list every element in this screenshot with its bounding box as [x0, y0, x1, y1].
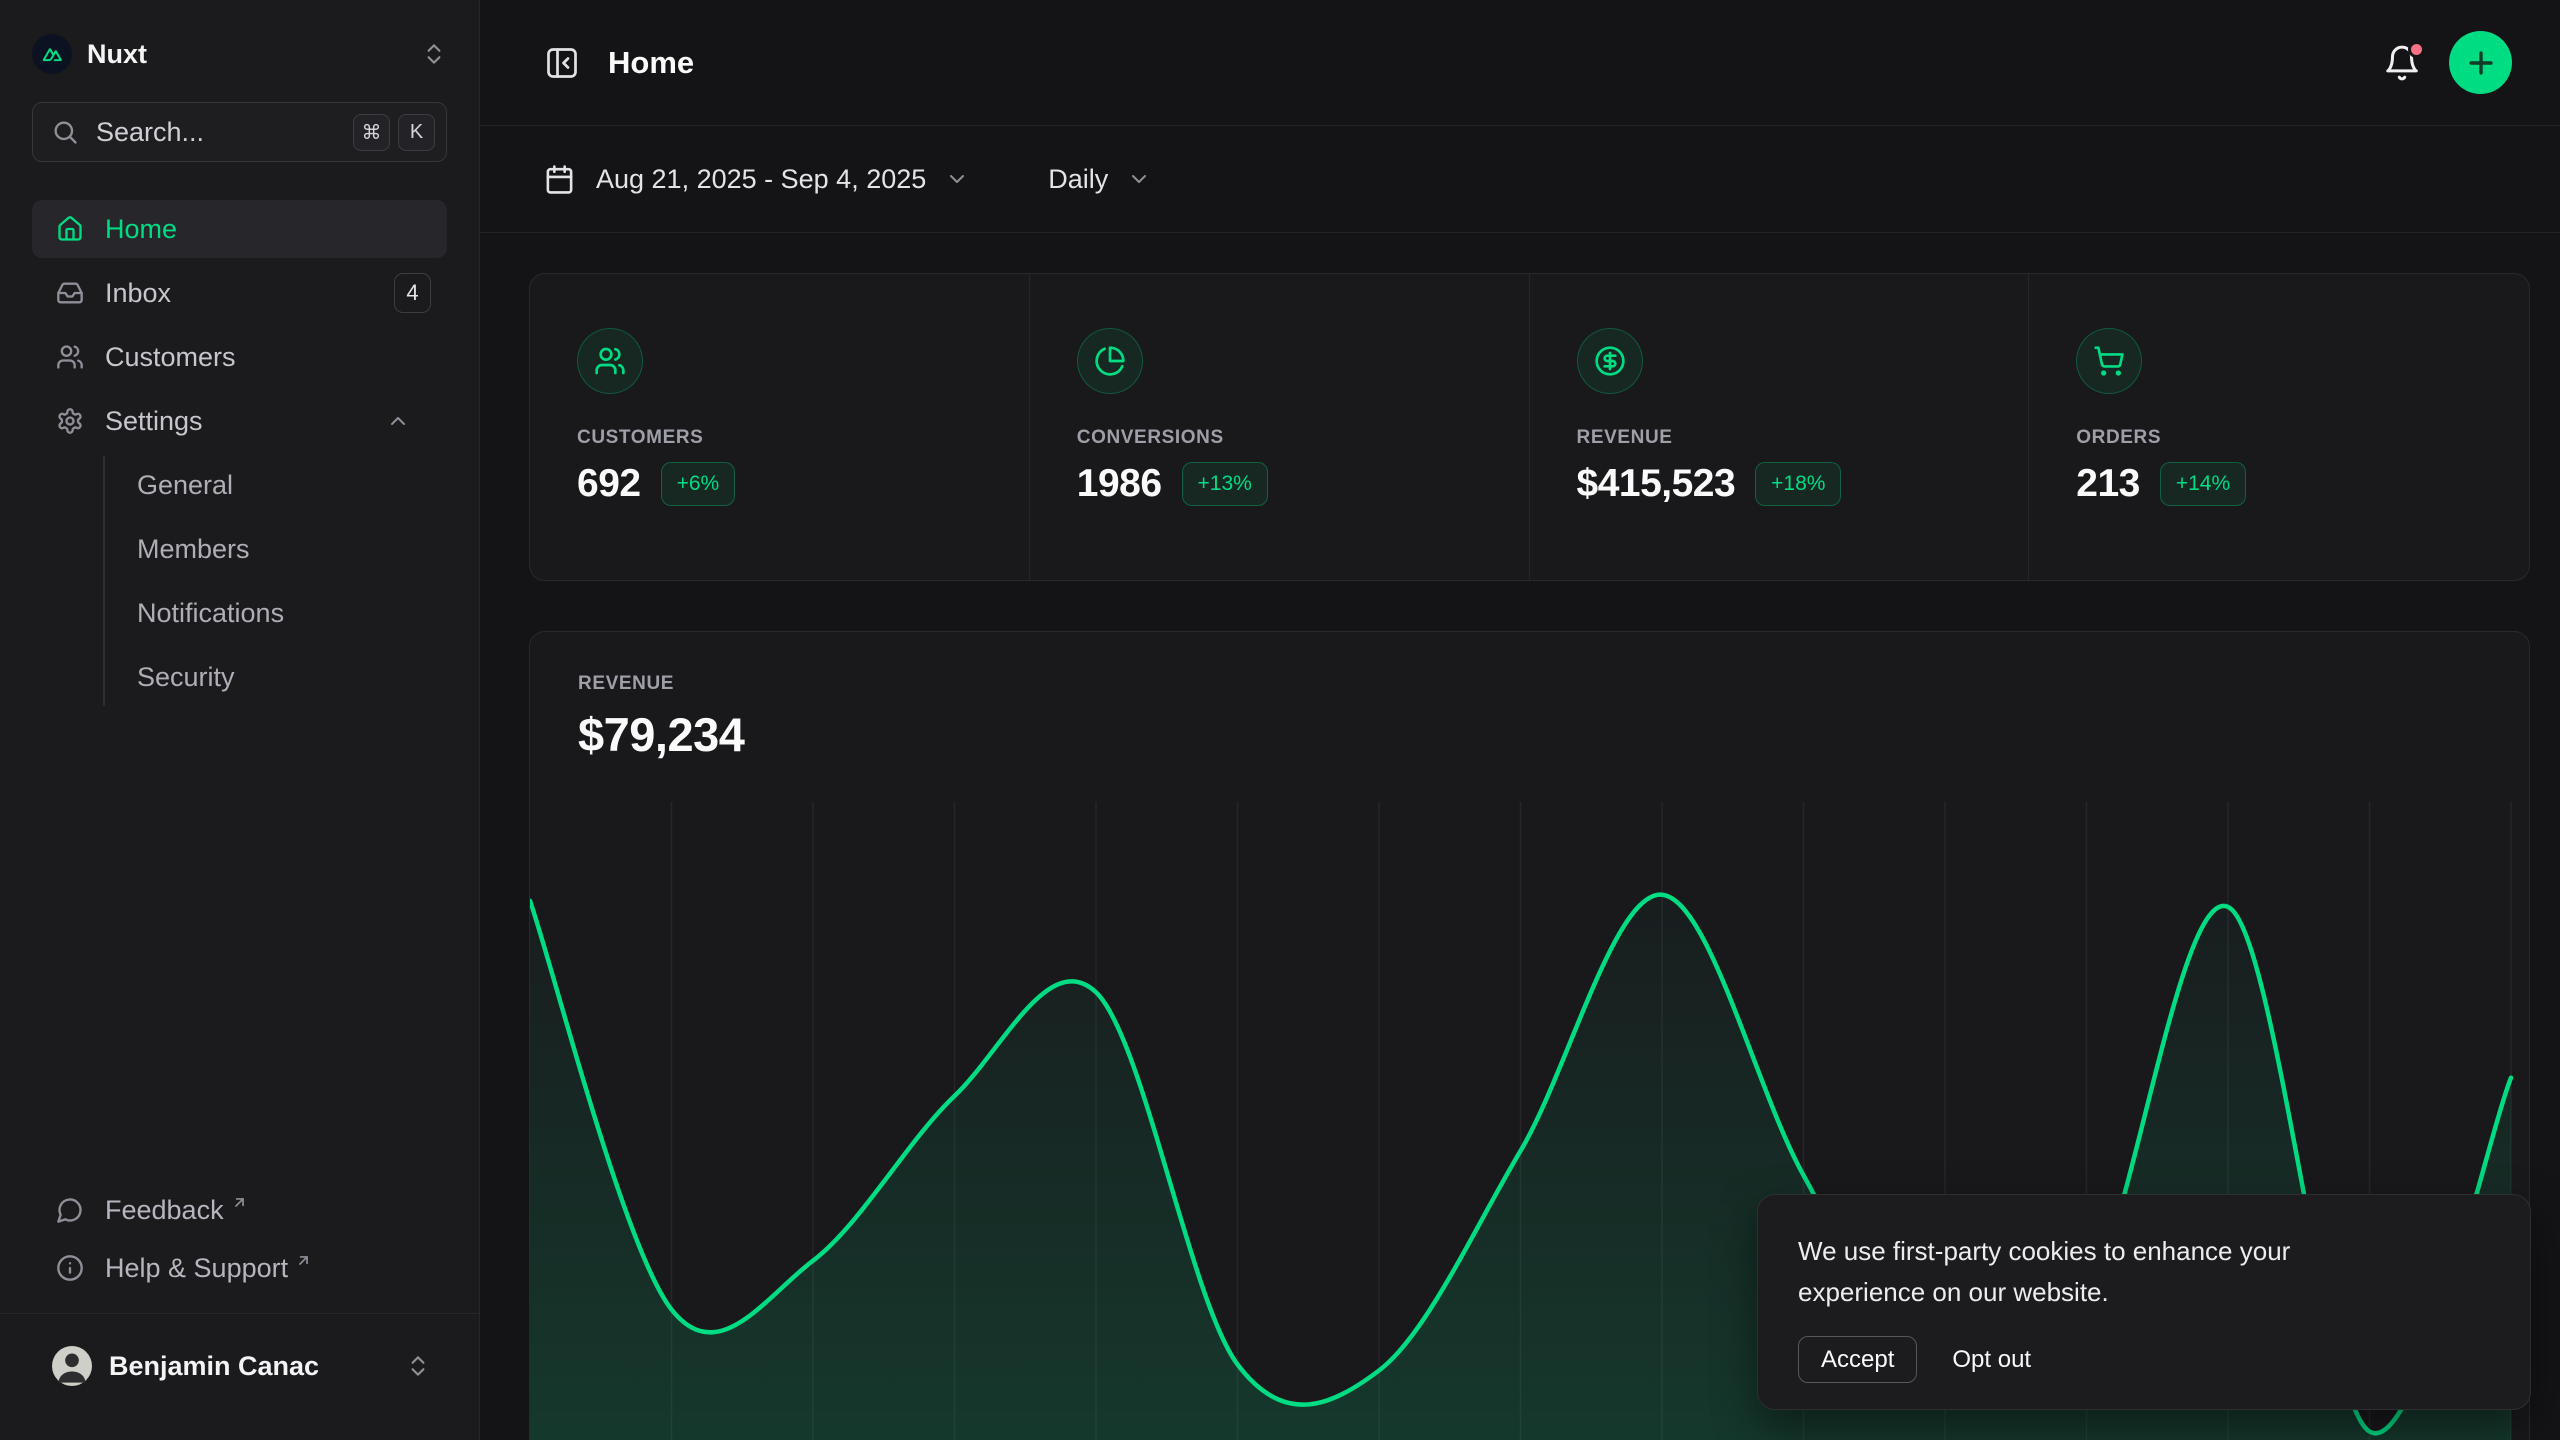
- users-icon: [56, 343, 84, 371]
- stats-card: CUSTOMERS 692 +6% CONVERSIONS 1986 +13%: [529, 273, 2530, 581]
- sidebar-collapse-icon[interactable]: [544, 45, 580, 81]
- sidebar-item-notifications[interactable]: Notifications: [105, 584, 447, 642]
- workspace-name: Nuxt: [87, 39, 147, 70]
- stat-conversions[interactable]: CONVERSIONS 1986 +13%: [1030, 274, 1530, 580]
- stat-delta-badge: +14%: [2160, 462, 2246, 506]
- settings-subnav: General Members Notifications Security: [103, 456, 447, 706]
- sidebar-nav: Home Inbox 4 Customers Settings Ge: [32, 200, 447, 712]
- sidebar-item-label: Customers: [105, 342, 236, 373]
- sidebar-divider: [0, 1313, 479, 1314]
- cookie-banner: We use first-party cookies to enhance yo…: [1757, 1194, 2531, 1410]
- stat-label: REVENUE: [1577, 427, 1989, 449]
- stat-label: ORDERS: [2076, 427, 2489, 449]
- shopping-cart-icon: [2076, 328, 2142, 394]
- inbox-icon: [56, 279, 84, 307]
- sub-item-label: Security: [137, 662, 235, 693]
- revenue-chart-total: $79,234: [578, 707, 2481, 762]
- add-button[interactable]: [2449, 31, 2512, 94]
- sidebar-item-label: Settings: [105, 406, 203, 437]
- stat-value: 692: [577, 462, 641, 506]
- external-link-icon: [231, 1194, 248, 1211]
- sidebar-spacer: [32, 712, 447, 1181]
- stat-label: CONVERSIONS: [1077, 427, 1489, 449]
- chevron-down-icon: [1127, 167, 1151, 191]
- date-range-value: Aug 21, 2025 - Sep 4, 2025: [596, 164, 926, 195]
- filter-toolbar: Aug 21, 2025 - Sep 4, 2025 Daily: [480, 126, 2560, 233]
- chevrons-up-down-icon[interactable]: [405, 1353, 431, 1379]
- topbar-actions: [2383, 31, 2512, 94]
- chevrons-up-down-icon[interactable]: [421, 41, 447, 67]
- sidebar-item-home[interactable]: Home: [32, 200, 447, 258]
- workspace-switcher[interactable]: Nuxt: [32, 34, 147, 74]
- sidebar-item-inbox[interactable]: Inbox 4: [32, 264, 447, 322]
- sidebar-item-members[interactable]: Members: [105, 520, 447, 578]
- cookie-optout-button[interactable]: Opt out: [1952, 1346, 2031, 1374]
- notification-dot: [2408, 41, 2425, 58]
- workspace-row: Nuxt: [32, 26, 447, 82]
- stat-value: 213: [2076, 462, 2140, 506]
- home-icon: [56, 215, 84, 243]
- revenue-chart-label: REVENUE: [578, 673, 2481, 695]
- stat-customers[interactable]: CUSTOMERS 692 +6%: [530, 274, 1030, 580]
- stat-delta-badge: +18%: [1755, 462, 1841, 506]
- user-avatar: [52, 1346, 92, 1386]
- stat-revenue[interactable]: REVENUE $415,523 +18%: [1530, 274, 2030, 580]
- stat-delta-badge: +13%: [1182, 462, 1268, 506]
- users-icon: [577, 328, 643, 394]
- sidebar-item-label: Home: [105, 214, 177, 245]
- chevron-down-icon: [945, 167, 969, 191]
- nuxt-logo-icon: [32, 34, 72, 74]
- sidebar-item-customers[interactable]: Customers: [32, 328, 447, 386]
- notifications-bell-icon[interactable]: [2383, 44, 2421, 82]
- inbox-count-badge: 4: [394, 273, 431, 313]
- gear-icon: [56, 407, 84, 435]
- calendar-icon: [544, 164, 575, 195]
- sidebar-item-general[interactable]: General: [105, 456, 447, 514]
- sidebar-item-feedback[interactable]: Feedback: [32, 1181, 447, 1239]
- date-range-picker[interactable]: Aug 21, 2025 - Sep 4, 2025: [544, 164, 990, 195]
- user-name: Benjamin Canac: [109, 1351, 319, 1382]
- granularity-select[interactable]: Daily: [1048, 164, 1172, 195]
- sub-item-label: Notifications: [137, 598, 284, 629]
- sub-item-label: Members: [137, 534, 250, 565]
- search-placeholder: Search...: [96, 117, 345, 148]
- page-title: Home: [608, 45, 694, 81]
- footer-link-label: Help & Support: [105, 1253, 288, 1284]
- cookie-accept-button[interactable]: Accept: [1798, 1336, 1917, 1383]
- stat-delta-badge: +6%: [661, 462, 736, 506]
- dollar-circle-icon: [1577, 328, 1643, 394]
- stat-label: CUSTOMERS: [577, 427, 989, 449]
- granularity-value: Daily: [1048, 164, 1108, 195]
- sidebar: Nuxt Search... ⌘ K Home Inbox 4: [0, 0, 480, 1440]
- sidebar-item-security[interactable]: Security: [105, 648, 447, 706]
- footer-link-label: Feedback: [105, 1195, 224, 1226]
- stat-value: 1986: [1077, 462, 1162, 506]
- pie-chart-icon: [1077, 328, 1143, 394]
- user-menu-button[interactable]: Benjamin Canac: [32, 1322, 447, 1410]
- chat-bubble-icon: [56, 1196, 84, 1224]
- stat-orders[interactable]: ORDERS 213 +14%: [2029, 274, 2529, 580]
- kbd-cmd: ⌘: [353, 114, 390, 151]
- sub-item-label: General: [137, 470, 233, 501]
- kbd-k: K: [398, 114, 435, 151]
- sidebar-item-label: Inbox: [105, 278, 171, 309]
- search-icon: [51, 118, 79, 146]
- sidebar-item-help-support[interactable]: Help & Support: [32, 1239, 447, 1297]
- topbar: Home: [480, 0, 2560, 126]
- external-link-icon: [295, 1252, 312, 1269]
- sidebar-item-settings[interactable]: Settings: [32, 392, 447, 450]
- search-input[interactable]: Search... ⌘ K: [32, 102, 447, 162]
- info-circle-icon: [56, 1254, 84, 1282]
- chevron-up-icon: [386, 409, 410, 433]
- stat-value: $415,523: [1577, 462, 1736, 506]
- cookie-message: We use first-party cookies to enhance yo…: [1798, 1231, 2418, 1313]
